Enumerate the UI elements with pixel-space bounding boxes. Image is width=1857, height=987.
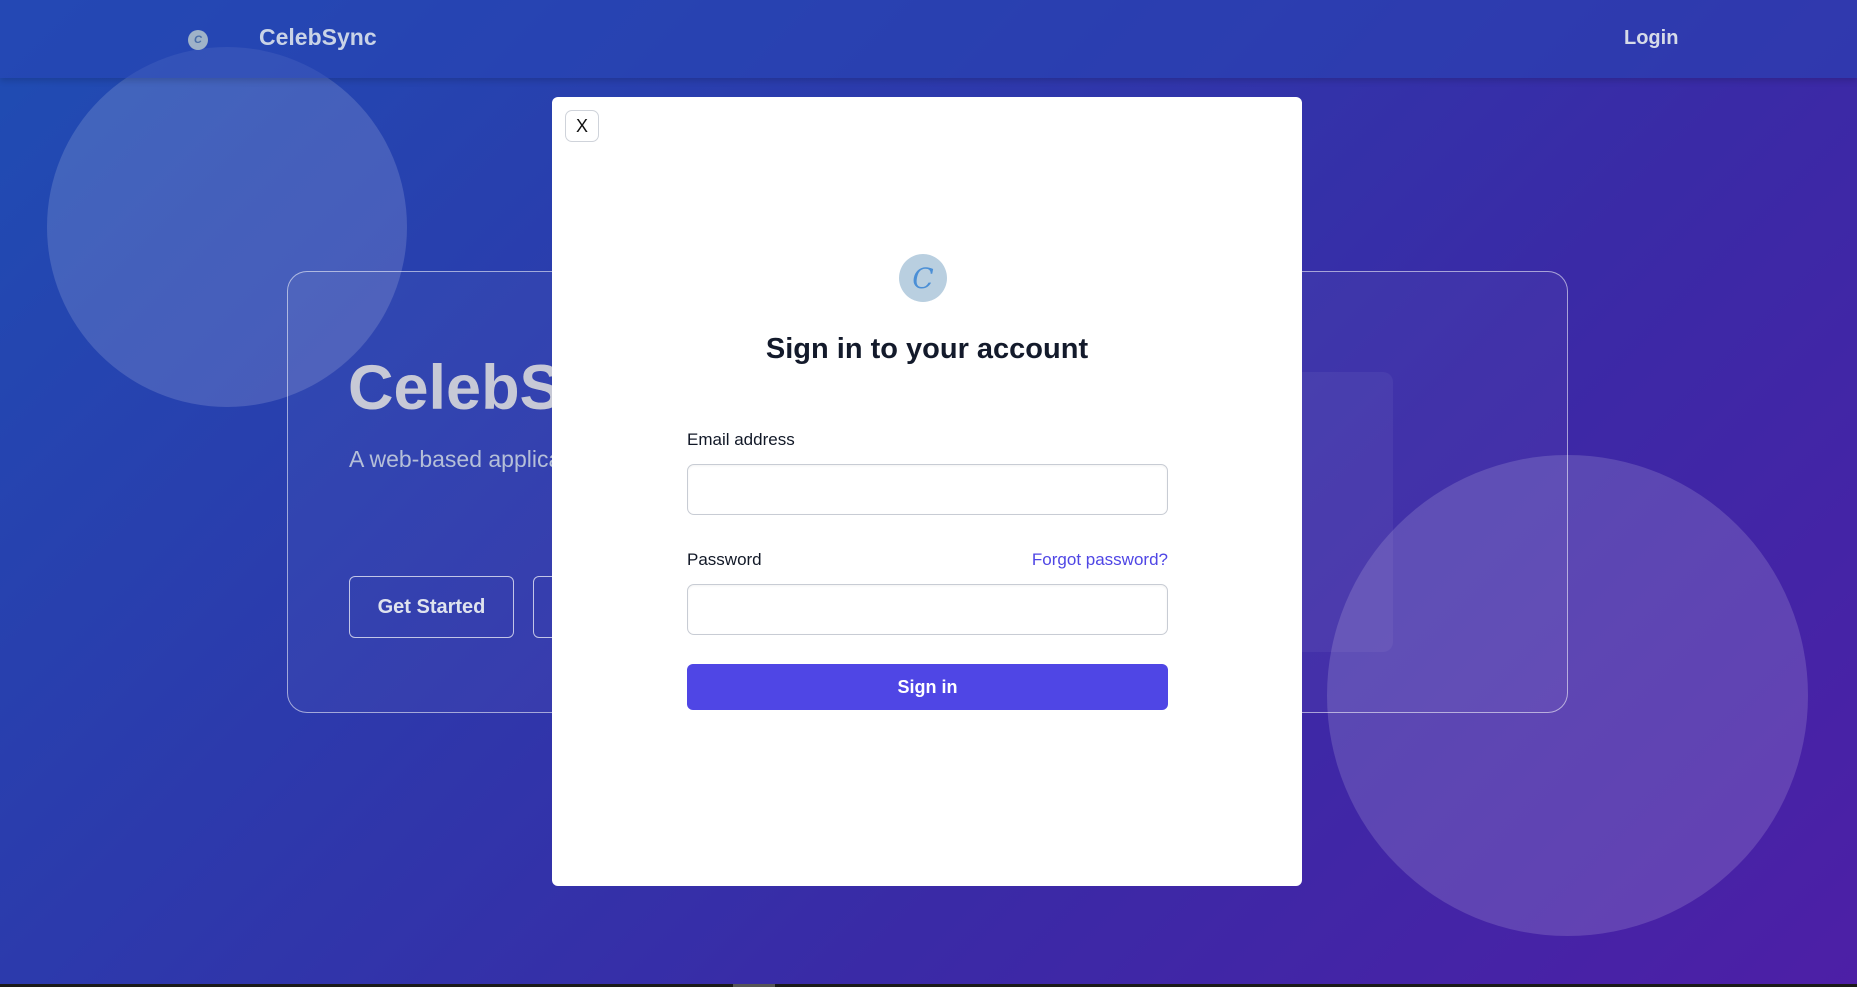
- password-label: Password: [687, 550, 762, 569]
- email-field[interactable]: [687, 464, 1168, 515]
- modal-title: Sign in to your account: [765, 333, 1089, 365]
- celebsync-logo-icon: C: [188, 30, 208, 50]
- navbar: C CelebSync Login: [0, 0, 1857, 78]
- celebsync-logo-icon: C: [899, 254, 947, 302]
- get-started-button[interactable]: Get Started: [349, 576, 514, 638]
- sign-in-button[interactable]: Sign in: [687, 664, 1168, 710]
- login-link[interactable]: Login: [1624, 27, 1678, 50]
- signin-modal: X C Sign in to your account Email addres…: [552, 97, 1302, 886]
- email-label: Email address: [687, 430, 795, 449]
- password-field[interactable]: [687, 584, 1168, 635]
- forgot-password-link[interactable]: Forgot password?: [1026, 550, 1168, 570]
- nav-brand[interactable]: CelebSync: [259, 24, 377, 51]
- close-button[interactable]: X: [565, 110, 599, 142]
